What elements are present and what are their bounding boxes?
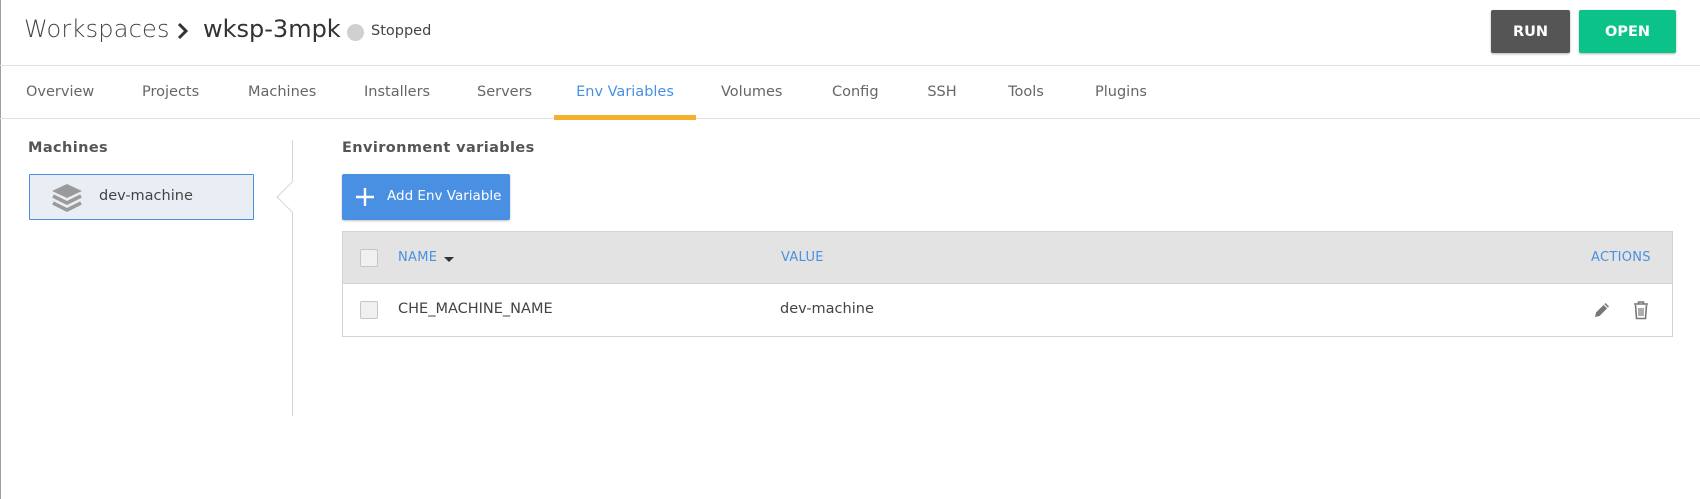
column-value-header[interactable]: VALUE [781,250,824,265]
stack-layers-icon [50,182,84,218]
run-button[interactable]: RUN [1491,10,1570,53]
env-variables-heading: Environment variables [342,140,535,156]
machine-item-dev-machine[interactable]: dev-machine [29,174,254,220]
add-env-variable-label: Add Env Variable [387,188,502,204]
machine-label: dev-machine [99,188,193,204]
env-variables-table: NAME VALUE ACTIONS CHE_MACHINE_NAME dev-… [342,231,1673,337]
table-header: NAME VALUE ACTIONS [343,232,1672,284]
tab-ssh[interactable]: SSH [927,66,957,119]
tab-tools[interactable]: Tools [1007,66,1045,119]
tab-volumes[interactable]: Volumes [721,66,782,119]
workspace-status: Stopped [371,23,432,39]
workspace-tabs: Overview Projects Machines Installers Se… [0,66,1700,120]
tab-machines[interactable]: Machines [248,66,316,119]
column-name-header[interactable]: NAME [398,250,437,265]
pencil-icon[interactable] [1592,300,1612,324]
selection-pointer [276,181,308,213]
workspace-name: wksp-3mpk [203,15,341,43]
table-row: CHE_MACHINE_NAME dev-machine [343,285,1672,336]
sort-down-icon[interactable] [444,257,454,262]
tab-overview[interactable]: Overview [26,66,94,119]
env-name-cell: CHE_MACHINE_NAME [398,301,553,317]
select-all-checkbox[interactable] [360,249,378,267]
plus-icon [354,186,376,212]
column-actions-header: ACTIONS [1591,250,1651,265]
tab-projects[interactable]: Projects [142,66,199,119]
row-checkbox[interactable] [360,301,378,319]
tab-env-variables[interactable]: Env Variables [554,66,696,120]
trash-icon[interactable] [1632,300,1650,324]
chevron-right-icon [177,22,189,44]
machines-heading: Machines [28,140,109,156]
open-button[interactable]: OPEN [1579,10,1676,53]
breadcrumb-workspaces[interactable]: Workspaces [24,15,170,43]
tab-plugins[interactable]: Plugins [1095,66,1147,119]
tab-installers[interactable]: Installers [364,66,430,119]
env-value-cell: dev-machine [780,301,874,317]
add-env-variable-button[interactable]: Add Env Variable [342,174,510,220]
tab-servers[interactable]: Servers [477,66,532,119]
tab-config[interactable]: Config [832,66,879,119]
workspace-header: Workspaces wksp-3mpk Stopped RUN OPEN [0,0,1700,66]
status-indicator-icon [347,24,364,41]
